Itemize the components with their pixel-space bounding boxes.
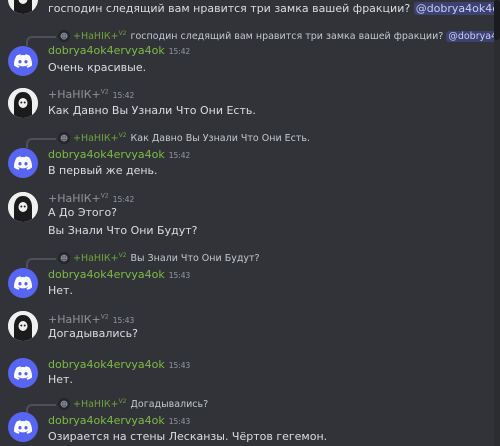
- timestamp: 15:42: [168, 47, 191, 56]
- reply-text: Вы Знали Что Они Будут?: [130, 252, 260, 264]
- message-author[interactable]: +НаНIК+Ⅴ2 15:42: [48, 88, 134, 101]
- message-text: Как Давно Вы Узнали Что Они Есть.: [48, 104, 256, 117]
- message-text: Нет.: [48, 373, 73, 386]
- discord-logo-icon: [14, 366, 32, 380]
- message-text: В первый же день.: [48, 164, 158, 177]
- message-author[interactable]: dobrya4ok4ervya4ok 15:43: [48, 268, 190, 281]
- avatar[interactable]: [8, 311, 38, 341]
- avatar[interactable]: [8, 148, 38, 178]
- reply-text: Как Давно Вы Узнали Что Они Есть.: [130, 132, 311, 144]
- avatar[interactable]: [8, 358, 38, 388]
- message-author[interactable]: +НаНIК+Ⅴ2 15:42: [48, 192, 134, 205]
- reply-connector: [26, 404, 56, 414]
- avatar[interactable]: [8, 46, 38, 76]
- avatar[interactable]: [8, 268, 38, 298]
- timestamp: 15:43: [168, 361, 191, 370]
- hooded-figure-icon: [8, 192, 38, 222]
- reply-author[interactable]: +НаНIК+Ⅴ2: [73, 30, 127, 42]
- reply-avatar: ☻: [58, 30, 70, 43]
- user-mention[interactable]: @dobrya4ok4ervya4ok: [413, 2, 494, 15]
- reply-author[interactable]: +НаНIК+Ⅴ2: [73, 252, 127, 264]
- message-text: Очень красивые.: [48, 61, 147, 74]
- reply-mention: @dobrya4ok4ervya4ok: [446, 30, 494, 42]
- reply-preview[interactable]: ☻ +НаНIК+Ⅴ2 Вы Знали Что Они Будут?: [58, 252, 260, 264]
- reply-text: господин следящий вам нравится три замка…: [130, 30, 444, 42]
- message-author[interactable]: dobrya4ok4ervya4ok 15:43: [48, 414, 190, 427]
- message-text: господин следящий вам нравится три замка…: [48, 2, 494, 15]
- message-author[interactable]: dobrya4ok4ervya4ok 15:42: [48, 44, 190, 57]
- discord-logo-icon: [14, 156, 32, 170]
- hooded-figure-icon: [8, 311, 38, 341]
- hooded-figure-icon: [8, 0, 38, 14]
- timestamp: 15:43: [112, 316, 135, 325]
- reply-author[interactable]: +НаНIК+Ⅴ2: [73, 132, 127, 144]
- timestamp: 15:43: [168, 417, 191, 426]
- discord-logo-icon: [14, 54, 32, 68]
- hooded-figure-icon: [8, 88, 38, 118]
- message-author[interactable]: dobrya4ok4ervya4ok 15:43: [48, 358, 190, 371]
- message-list[interactable]: господин следящий вам нравится три замка…: [0, 0, 494, 446]
- discord-logo-icon: [14, 420, 32, 434]
- message-text: Догадывались?: [48, 327, 138, 340]
- message-text: Вы Знали Что Они Будут?: [48, 224, 198, 237]
- reply-connector: [26, 258, 56, 268]
- timestamp: 15:43: [168, 271, 191, 280]
- reply-avatar: ☻: [58, 252, 70, 265]
- reply-author[interactable]: +НаНIК+Ⅴ2: [73, 398, 127, 410]
- scrollbar[interactable]: [494, 0, 500, 446]
- message-author[interactable]: dobrya4ok4ervya4ok 15:42: [48, 148, 190, 161]
- avatar[interactable]: [8, 0, 38, 14]
- reply-text: Догадывались?: [130, 398, 209, 410]
- reply-connector: [26, 138, 56, 148]
- reply-preview[interactable]: ☻ +НаНIК+Ⅴ2 Как Давно Вы Узнали Что Они …: [58, 132, 310, 144]
- reply-avatar: ☻: [58, 132, 70, 145]
- timestamp: 15:42: [168, 151, 191, 160]
- avatar[interactable]: [8, 192, 38, 222]
- reply-preview[interactable]: ☻ +НаНIК+Ⅴ2 господин следящий вам нравит…: [58, 30, 494, 42]
- message-author[interactable]: +НаНIК+Ⅴ2 15:43: [48, 313, 134, 326]
- scrollbar-thumb[interactable]: [494, 0, 500, 40]
- reply-preview[interactable]: ☻ +НаНIК+Ⅴ2 Догадывались?: [58, 398, 208, 410]
- avatar[interactable]: [8, 88, 38, 118]
- message-text: А До Этого?: [48, 206, 118, 219]
- discord-logo-icon: [14, 276, 32, 290]
- message-text: Нет.: [48, 284, 73, 297]
- reply-avatar: ☻: [58, 398, 70, 411]
- message-text: Озирается на стены Лесканзы. Чёртов геге…: [48, 430, 328, 443]
- timestamp: 15:42: [112, 91, 135, 100]
- timestamp: 15:42: [112, 195, 135, 204]
- avatar[interactable]: [8, 412, 38, 442]
- message-content: господин следящий вам нравится три замка…: [48, 2, 411, 15]
